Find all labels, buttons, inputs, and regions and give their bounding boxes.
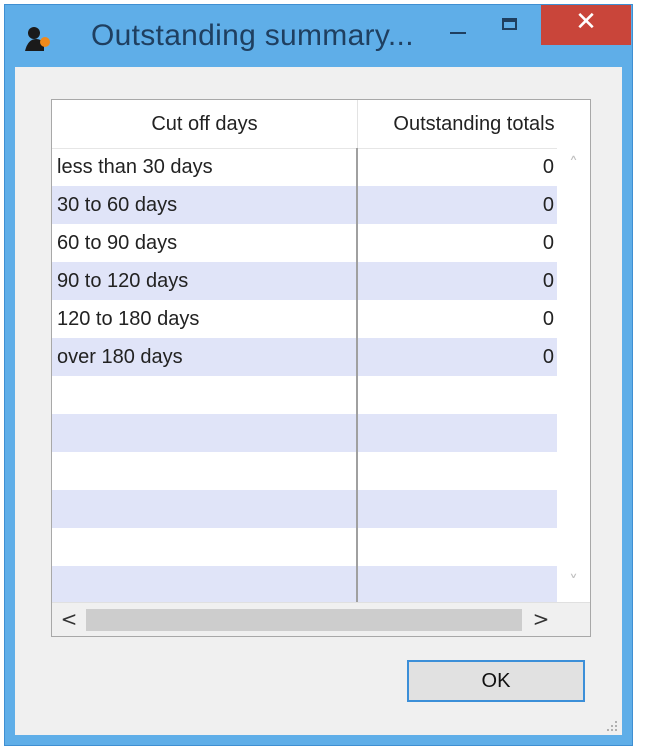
total-cell: 0 <box>542 308 554 330</box>
total-cell: 0 <box>542 232 554 254</box>
minimize-button[interactable] <box>435 5 475 45</box>
total-cell: 0 <box>542 270 554 292</box>
total-cell <box>358 376 554 414</box>
table-row[interactable]: 60 to 90 days 0 <box>52 224 557 262</box>
table-row[interactable] <box>52 490 557 528</box>
app-icon <box>25 27 50 51</box>
table-row[interactable] <box>52 452 557 490</box>
column-divider[interactable] <box>356 148 358 602</box>
total-cell <box>358 414 554 452</box>
window-title: Outstanding summary... <box>91 19 414 52</box>
table-row[interactable] <box>52 376 557 414</box>
close-icon: ✕ <box>575 7 597 37</box>
total-cell: 0 <box>542 156 554 178</box>
dialog-window: Outstanding summary... ✕ Cut off days Ou… <box>4 4 633 746</box>
table-row[interactable]: 30 to 60 days 0 <box>52 186 557 224</box>
minimize-icon <box>450 32 466 34</box>
cut-off-cell: 90 to 120 days <box>57 270 189 292</box>
horizontal-scroll-thumb[interactable] <box>86 609 522 631</box>
resize-grip-icon[interactable] <box>605 719 619 733</box>
total-cell <box>358 566 554 604</box>
cut-off-cell: over 180 days <box>57 346 183 368</box>
total-cell <box>358 528 554 566</box>
summary-grid: Cut off days Outstanding totals less tha… <box>51 99 591 637</box>
ok-button[interactable]: OK <box>407 660 585 702</box>
scroll-right-icon[interactable]: > <box>526 607 556 631</box>
maximize-icon <box>502 18 517 30</box>
total-cell <box>358 490 554 528</box>
total-cell: 0 <box>542 346 554 368</box>
dialog-client-area: Cut off days Outstanding totals less tha… <box>15 67 622 735</box>
table-row[interactable] <box>52 414 557 452</box>
column-header-outstanding-totals[interactable]: Outstanding totals <box>358 100 590 148</box>
scroll-left-icon[interactable]: < <box>54 607 84 631</box>
scroll-up-icon[interactable]: ˄ <box>557 154 590 175</box>
cut-off-cell: 60 to 90 days <box>57 232 178 254</box>
cut-off-cell: 30 to 60 days <box>57 194 178 216</box>
maximize-button[interactable] <box>485 5 541 45</box>
table-row[interactable] <box>52 528 557 566</box>
column-header-cut-off-days[interactable]: Cut off days <box>52 100 358 148</box>
cut-off-cell: less than 30 days <box>57 156 213 178</box>
total-cell: 0 <box>542 194 554 216</box>
table-row[interactable]: less than 30 days 0 <box>52 148 557 186</box>
table-row[interactable]: 120 to 180 days 0 <box>52 300 557 338</box>
cut-off-cell: 120 to 180 days <box>57 308 200 330</box>
table-row[interactable]: 90 to 120 days 0 <box>52 262 557 300</box>
grid-header: Cut off days Outstanding totals <box>52 100 590 149</box>
scroll-down-icon[interactable]: ˅ <box>557 572 590 593</box>
vertical-scrollbar[interactable]: ˄ ˅ <box>557 148 590 602</box>
title-bar[interactable]: Outstanding summary... ✕ <box>5 5 632 67</box>
total-cell <box>358 452 554 490</box>
close-button[interactable]: ✕ <box>541 5 631 45</box>
table-row[interactable] <box>52 566 557 604</box>
table-row[interactable]: over 180 days 0 <box>52 338 557 376</box>
horizontal-scrollbar[interactable]: < > <box>52 602 590 636</box>
